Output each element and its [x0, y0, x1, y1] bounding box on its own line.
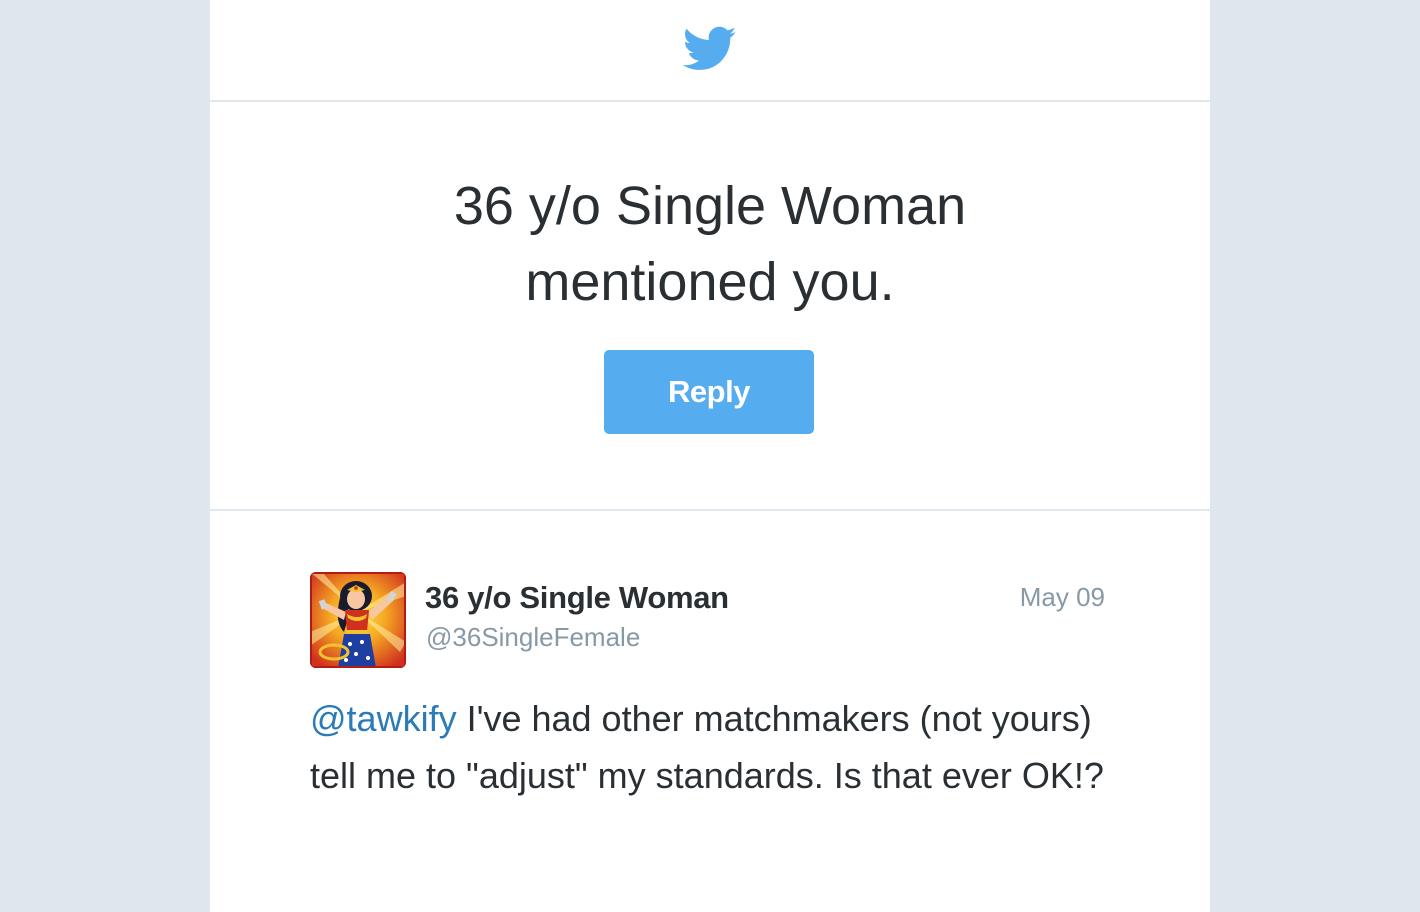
- headline-line-2: mentioned you.: [525, 252, 895, 312]
- email-card: 36 y/o Single Woman mentioned you. Reply: [210, 0, 1210, 912]
- section-divider: [210, 509, 1210, 511]
- tweet-author-handle[interactable]: @36SingleFemale: [426, 622, 640, 653]
- wonder-woman-avatar[interactable]: [310, 572, 406, 668]
- headline-line-1: 36 y/o Single Woman: [453, 176, 967, 236]
- tweet-date[interactable]: May 09: [1020, 582, 1105, 613]
- twitter-bird-icon[interactable]: [683, 26, 737, 72]
- tweet-body: @tawkify I've had other matchmakers (not…: [310, 690, 1110, 804]
- tweet-author-name[interactable]: 36 y/o Single Woman: [425, 580, 729, 616]
- notification-headline: 36 y/o Single Woman mentioned you.: [310, 168, 1110, 320]
- email-header: [210, 0, 1210, 102]
- reply-button[interactable]: Reply: [604, 350, 814, 434]
- mention-link[interactable]: @tawkify: [310, 698, 457, 739]
